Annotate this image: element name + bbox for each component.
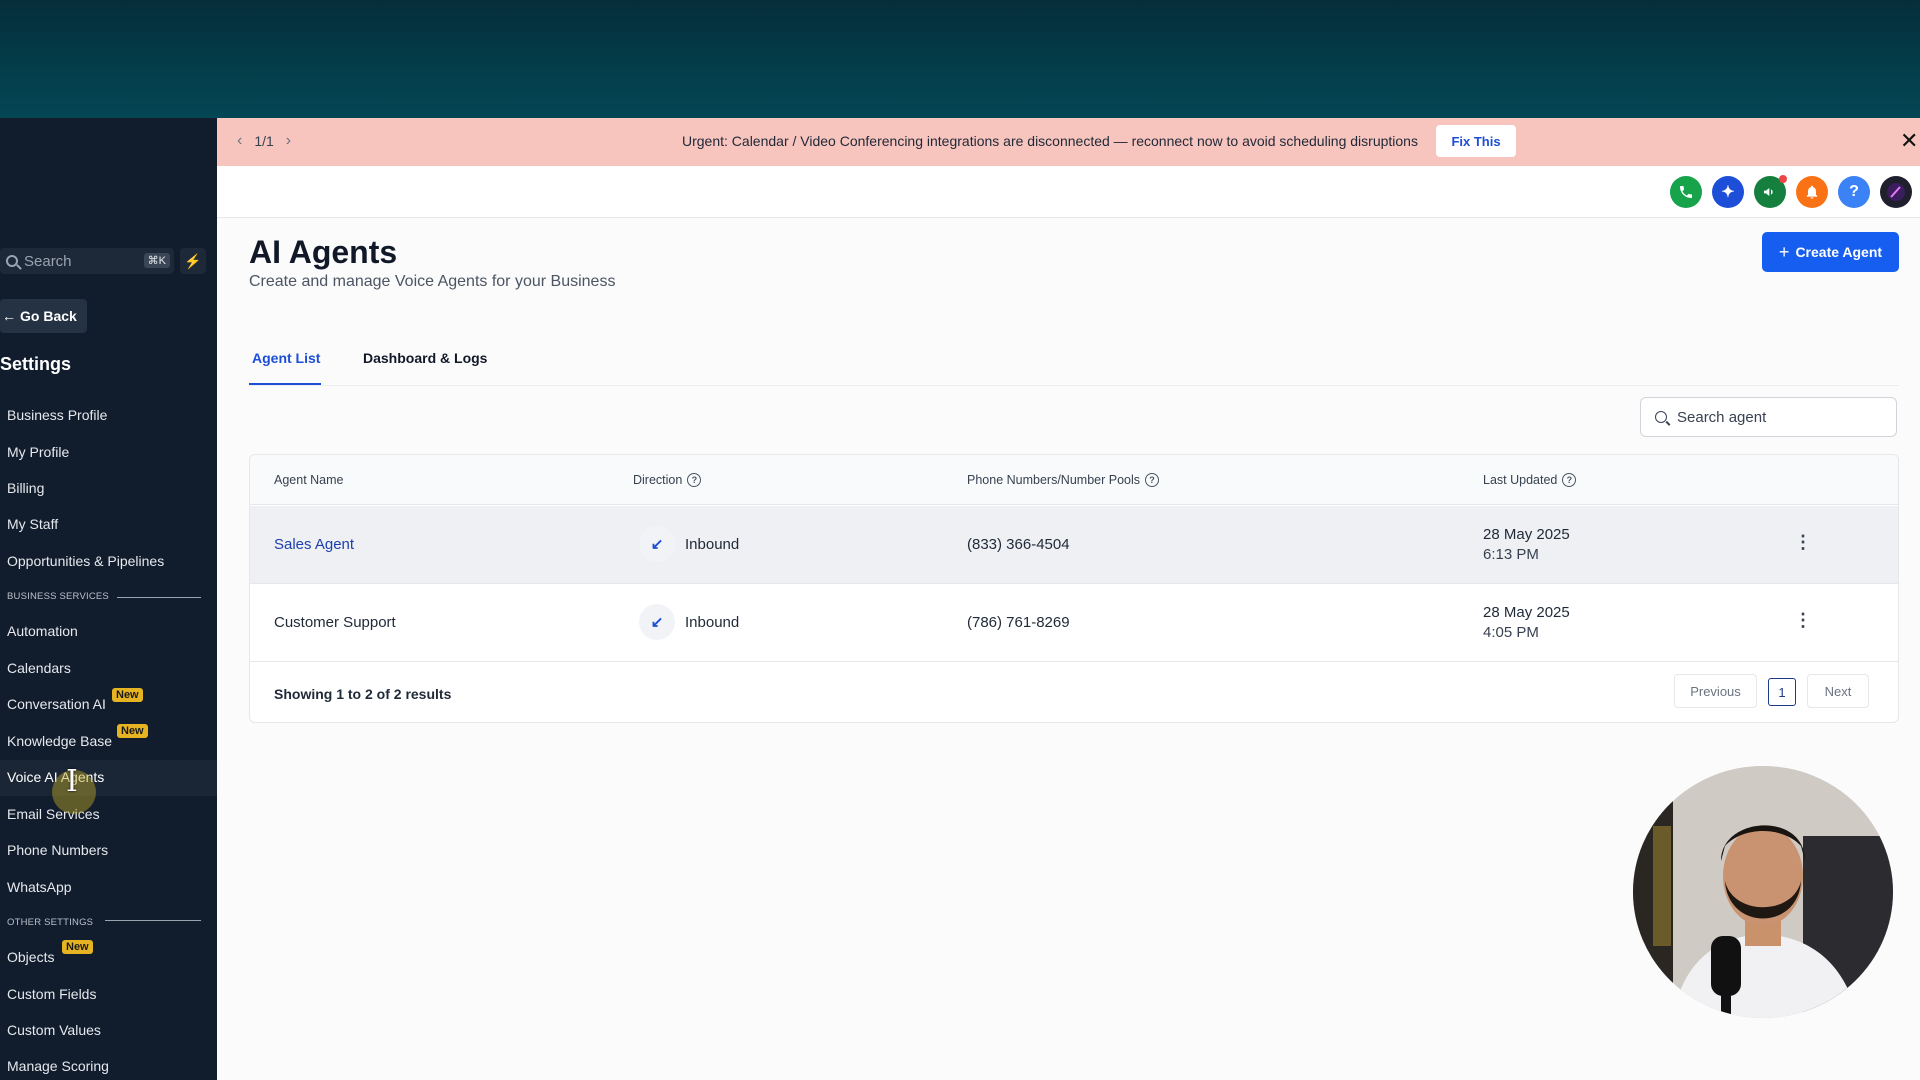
sidebar-item-custom-fields[interactable]: Custom Fields [7, 986, 96, 1002]
sidebar-item-voice-ai-agents[interactable]: Voice AI Agents [0, 760, 217, 796]
page-number-button[interactable]: 1 [1768, 678, 1796, 706]
quick-action-bolt-icon[interactable]: ⚡ [180, 248, 206, 274]
agent-direction: Inbound [685, 536, 740, 553]
sidebar-item-phone-numbers[interactable]: Phone Numbers [7, 842, 108, 858]
sidebar-search-placeholder: Search [24, 252, 72, 270]
active-tab-indicator [249, 383, 321, 385]
table-row[interactable]: Sales Agent ↙ Inbound (833) 366-4504 28 … [250, 506, 1898, 584]
banner-pager-count: 1/1 [254, 133, 274, 149]
sidebar-title: Settings [0, 354, 72, 374]
agent-direction: Inbound [685, 614, 740, 631]
tab-dashboard-logs[interactable]: Dashboard & Logs [363, 350, 487, 366]
search-icon [1655, 411, 1667, 423]
search-agent-input[interactable]: Search agent [1640, 397, 1897, 437]
agent-phone: (833) 366-4504 [967, 536, 1070, 553]
create-agent-button[interactable]: + Create Agent [1762, 232, 1899, 272]
plus-icon: + [1778, 241, 1790, 262]
help-circle-icon[interactable]: ? [1562, 473, 1577, 487]
tab-bar: Agent List Dashboard & Logs [249, 350, 1899, 386]
tab-agent-list[interactable]: Agent List [252, 350, 320, 366]
sidebar-item-my-staff[interactable]: My Staff [7, 516, 58, 532]
urgent-banner: ‹ 1/1 › Urgent: Calendar / Video Confere… [217, 118, 1920, 166]
table-row[interactable]: Customer Support ↙ Inbound (786) 761-826… [250, 584, 1898, 662]
search-agent-placeholder: Search agent [1677, 408, 1767, 426]
sidebar-item-whatsapp[interactable]: WhatsApp [7, 879, 72, 895]
sidebar-item-calendars[interactable]: Calendars [7, 660, 71, 676]
go-back-label: Go Back [20, 308, 77, 324]
sidebar-item-business-profile[interactable]: Business Profile [7, 407, 107, 423]
column-header-direction: Direction? [633, 473, 702, 487]
column-header-phone-numbers: Phone Numbers/Number Pools? [967, 473, 1159, 487]
agent-name-link[interactable]: Customer Support [274, 614, 396, 631]
column-header-last-updated: Last Updated? [1483, 473, 1577, 487]
window-backdrop [0, 0, 1920, 118]
agents-table: Agent Name Direction? Phone Numbers/Numb… [249, 454, 1899, 723]
avatar[interactable] [1880, 176, 1912, 208]
last-updated-date: 28 May 2025 [1483, 526, 1570, 543]
section-label-other-settings: OTHER SETTINGS [7, 917, 94, 928]
help-circle-icon[interactable]: ? [687, 473, 702, 487]
more-options-icon[interactable]: ⋮ [1794, 610, 1812, 631]
settings-sidebar: Search ⌘K ⚡ ← Go Back Settings Business … [0, 118, 217, 1080]
last-updated-date: 28 May 2025 [1483, 604, 1570, 621]
last-updated-time: 6:13 PM [1483, 546, 1539, 563]
close-icon[interactable]: ✕ [1900, 128, 1918, 154]
sidebar-item-custom-values[interactable]: Custom Values [7, 1022, 101, 1038]
more-options-icon[interactable]: ⋮ [1794, 532, 1812, 553]
bell-icon[interactable] [1796, 176, 1828, 208]
fix-this-button[interactable]: Fix This [1436, 125, 1516, 157]
sidebar-item-automation[interactable]: Automation [7, 623, 78, 639]
create-agent-label: Create Agent [1795, 244, 1883, 260]
help-icon[interactable]: ? [1838, 176, 1870, 208]
header-label: Phone Numbers/Number Pools [967, 473, 1140, 487]
page-subtitle: Create and manage Voice Agents for your … [249, 273, 616, 290]
chevron-left-icon[interactable]: ‹ [237, 132, 242, 150]
sidebar-item-billing[interactable]: Billing [7, 480, 44, 496]
previous-page-button[interactable]: Previous [1674, 674, 1757, 708]
header-label: Direction [633, 473, 683, 487]
search-icon [6, 255, 18, 267]
chevron-right-icon[interactable]: › [286, 132, 291, 150]
last-updated-time: 4:05 PM [1483, 624, 1539, 641]
column-header-agent-name: Agent Name [274, 473, 343, 487]
sidebar-item-knowledge-base[interactable]: Knowledge Base [7, 733, 112, 749]
sidebar-item-my-profile[interactable]: My Profile [7, 444, 69, 460]
top-toolbar: ✦ ? [217, 166, 1920, 218]
agent-name-link[interactable]: Sales Agent [274, 536, 354, 553]
new-badge: New [62, 940, 93, 954]
sparkle-icon[interactable]: ✦ [1712, 176, 1744, 208]
new-badge: New [112, 688, 143, 702]
header-label: Last Updated [1483, 473, 1558, 487]
header-label: Agent Name [274, 473, 344, 487]
section-label-business-services: BUSINESS SERVICES [7, 591, 109, 602]
go-back-button[interactable]: ← Go Back [0, 299, 87, 333]
sidebar-item-objects[interactable]: Objects [7, 949, 54, 965]
phone-icon[interactable] [1670, 176, 1702, 208]
search-shortcut-badge: ⌘K [143, 253, 170, 268]
page-title: AI Agents [249, 234, 398, 270]
banner-message: Urgent: Calendar / Video Conferencing in… [682, 133, 1418, 149]
text-cursor-icon: I [66, 764, 78, 799]
agent-phone: (786) 761-8269 [967, 614, 1070, 631]
sidebar-item-opportunities[interactable]: Opportunities & Pipelines [7, 553, 164, 569]
banner-pager: ‹ 1/1 › [237, 132, 291, 150]
sidebar-item-conversation-ai[interactable]: Conversation AI [7, 696, 106, 712]
inbound-arrow-icon: ↙ [639, 604, 675, 640]
section-divider [105, 920, 201, 921]
notification-dot [1779, 175, 1787, 183]
next-page-button[interactable]: Next [1807, 674, 1869, 708]
table-header: Agent Name Direction? Phone Numbers/Numb… [250, 455, 1898, 505]
arrow-left-icon: ← [2, 308, 16, 324]
sidebar-item-manage-scoring[interactable]: Manage Scoring [7, 1058, 109, 1074]
webcam-overlay [1633, 766, 1893, 1018]
section-divider [117, 597, 201, 598]
inbound-arrow-icon: ↙ [639, 526, 675, 562]
new-badge: New [117, 724, 148, 738]
help-circle-icon[interactable]: ? [1145, 473, 1159, 487]
results-summary: Showing 1 to 2 of 2 results [274, 686, 452, 702]
sidebar-search-input[interactable]: Search ⌘K [0, 248, 174, 274]
